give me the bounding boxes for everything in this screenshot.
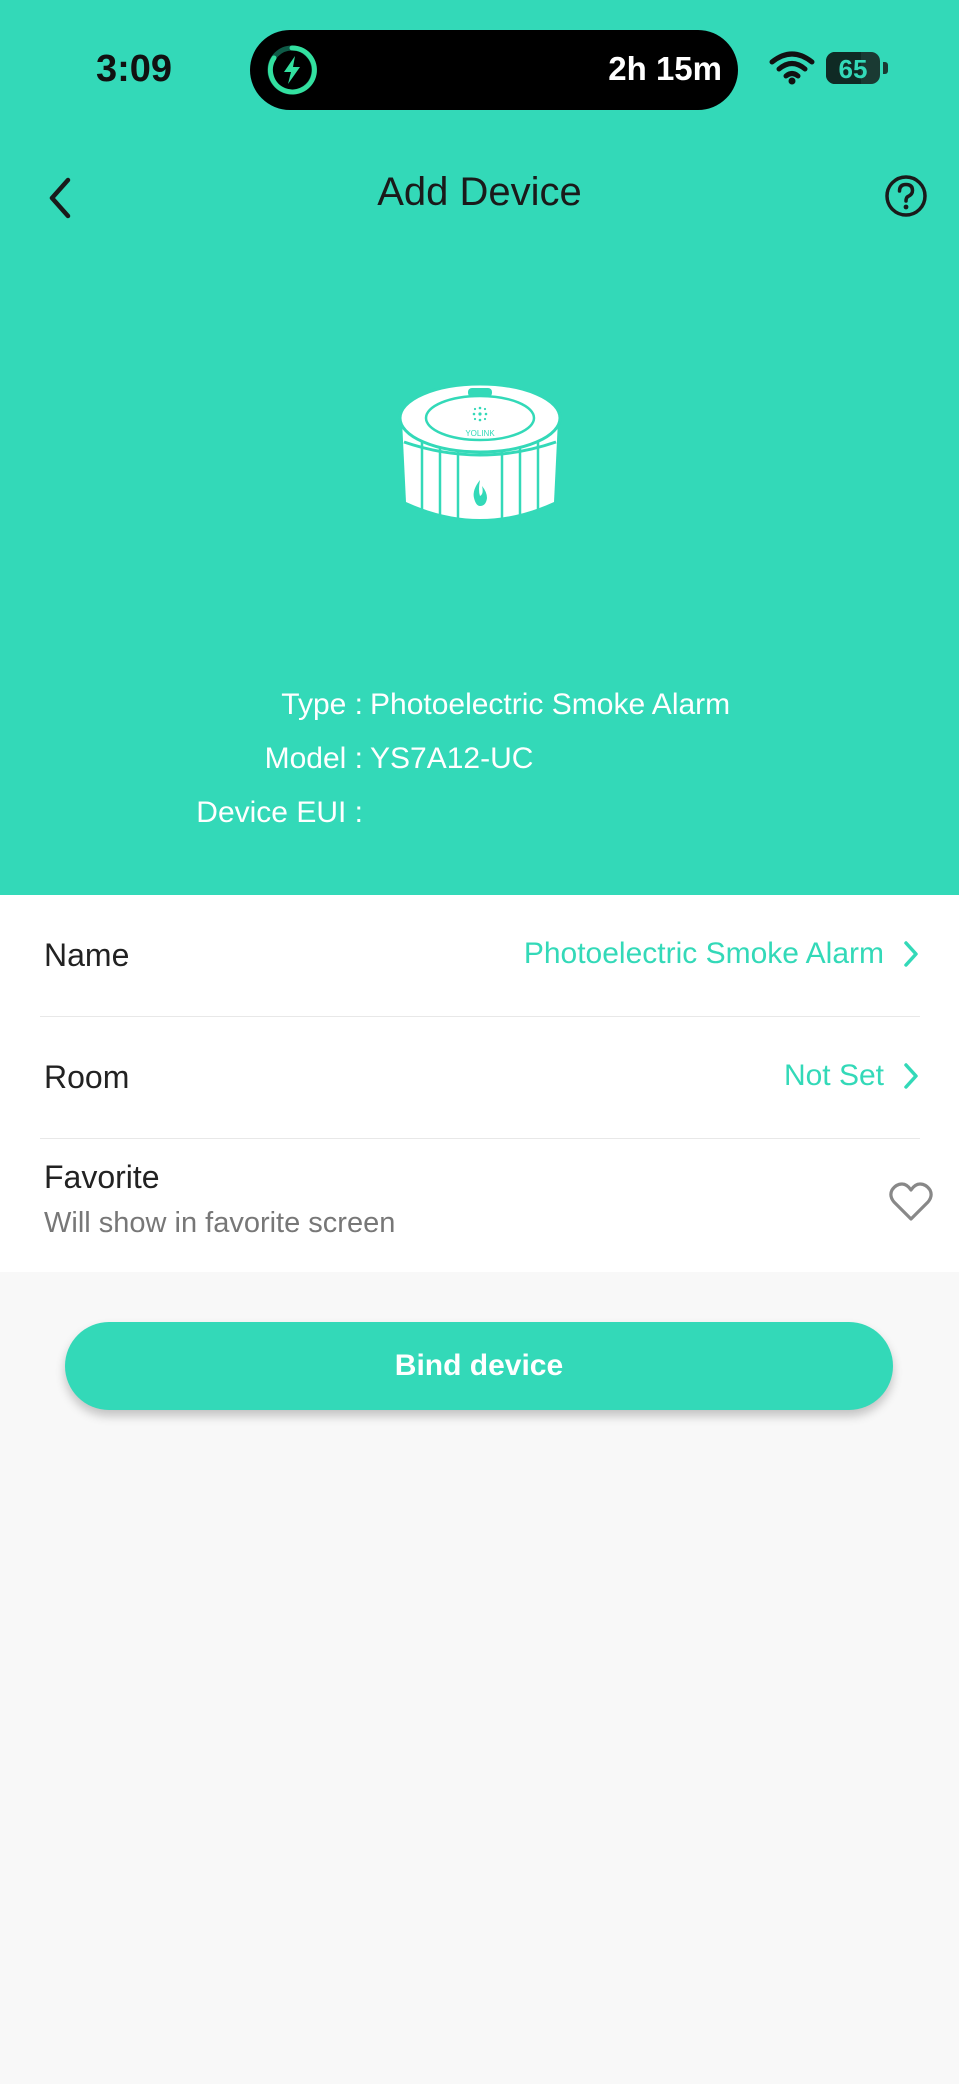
battery-nub [883, 62, 888, 74]
smoke-alarm-device-icon: YOLINK [398, 382, 562, 522]
bind-device-button[interactable]: Bind device [65, 1322, 893, 1410]
dynamic-island[interactable]: 2h 15m [250, 30, 738, 110]
favorite-subtitle: Will show in favorite screen [44, 1207, 396, 1239]
battery-level: 65 [838, 54, 868, 84]
room-label: Room [44, 1059, 130, 1095]
chevron-right-icon [904, 941, 918, 967]
svg-text:YOLINK: YOLINK [465, 429, 495, 438]
battery-icon: 65 [826, 52, 880, 84]
eui-label: Device EUI : [196, 796, 363, 829]
status-time: 3:09 [96, 48, 173, 90]
page-title: Add Device [377, 170, 582, 214]
device-settings-list: Name Photoelectric Smoke Alarm Room Not … [0, 895, 959, 1272]
name-label: Name [44, 937, 130, 973]
charging-bolt-icon [267, 45, 317, 95]
wifi-icon [769, 51, 815, 85]
chevron-right-icon [904, 1063, 918, 1089]
favorite-label: Favorite [44, 1159, 160, 1195]
heart-icon[interactable] [888, 1181, 934, 1223]
type-value: Photoelectric Smoke Alarm [370, 688, 731, 721]
room-value: Not Set [783, 1059, 884, 1092]
name-value: Photoelectric Smoke Alarm [523, 937, 884, 970]
favorite-row: Favorite Will show in favorite screen [0, 1139, 959, 1272]
help-question-icon[interactable] [882, 172, 930, 220]
model-label: Model : [264, 742, 363, 775]
name-row[interactable]: Name Photoelectric Smoke Alarm [0, 895, 959, 1016]
header-hero: 3:09 2h 15m 65 Add Device YOLINK Type: … [0, 0, 959, 895]
room-row[interactable]: Room Not Set [0, 1017, 959, 1138]
model-value: YS7A12-UC [370, 742, 534, 775]
type-label: Type : [281, 688, 363, 721]
island-timer: 2h 15m [608, 50, 722, 87]
